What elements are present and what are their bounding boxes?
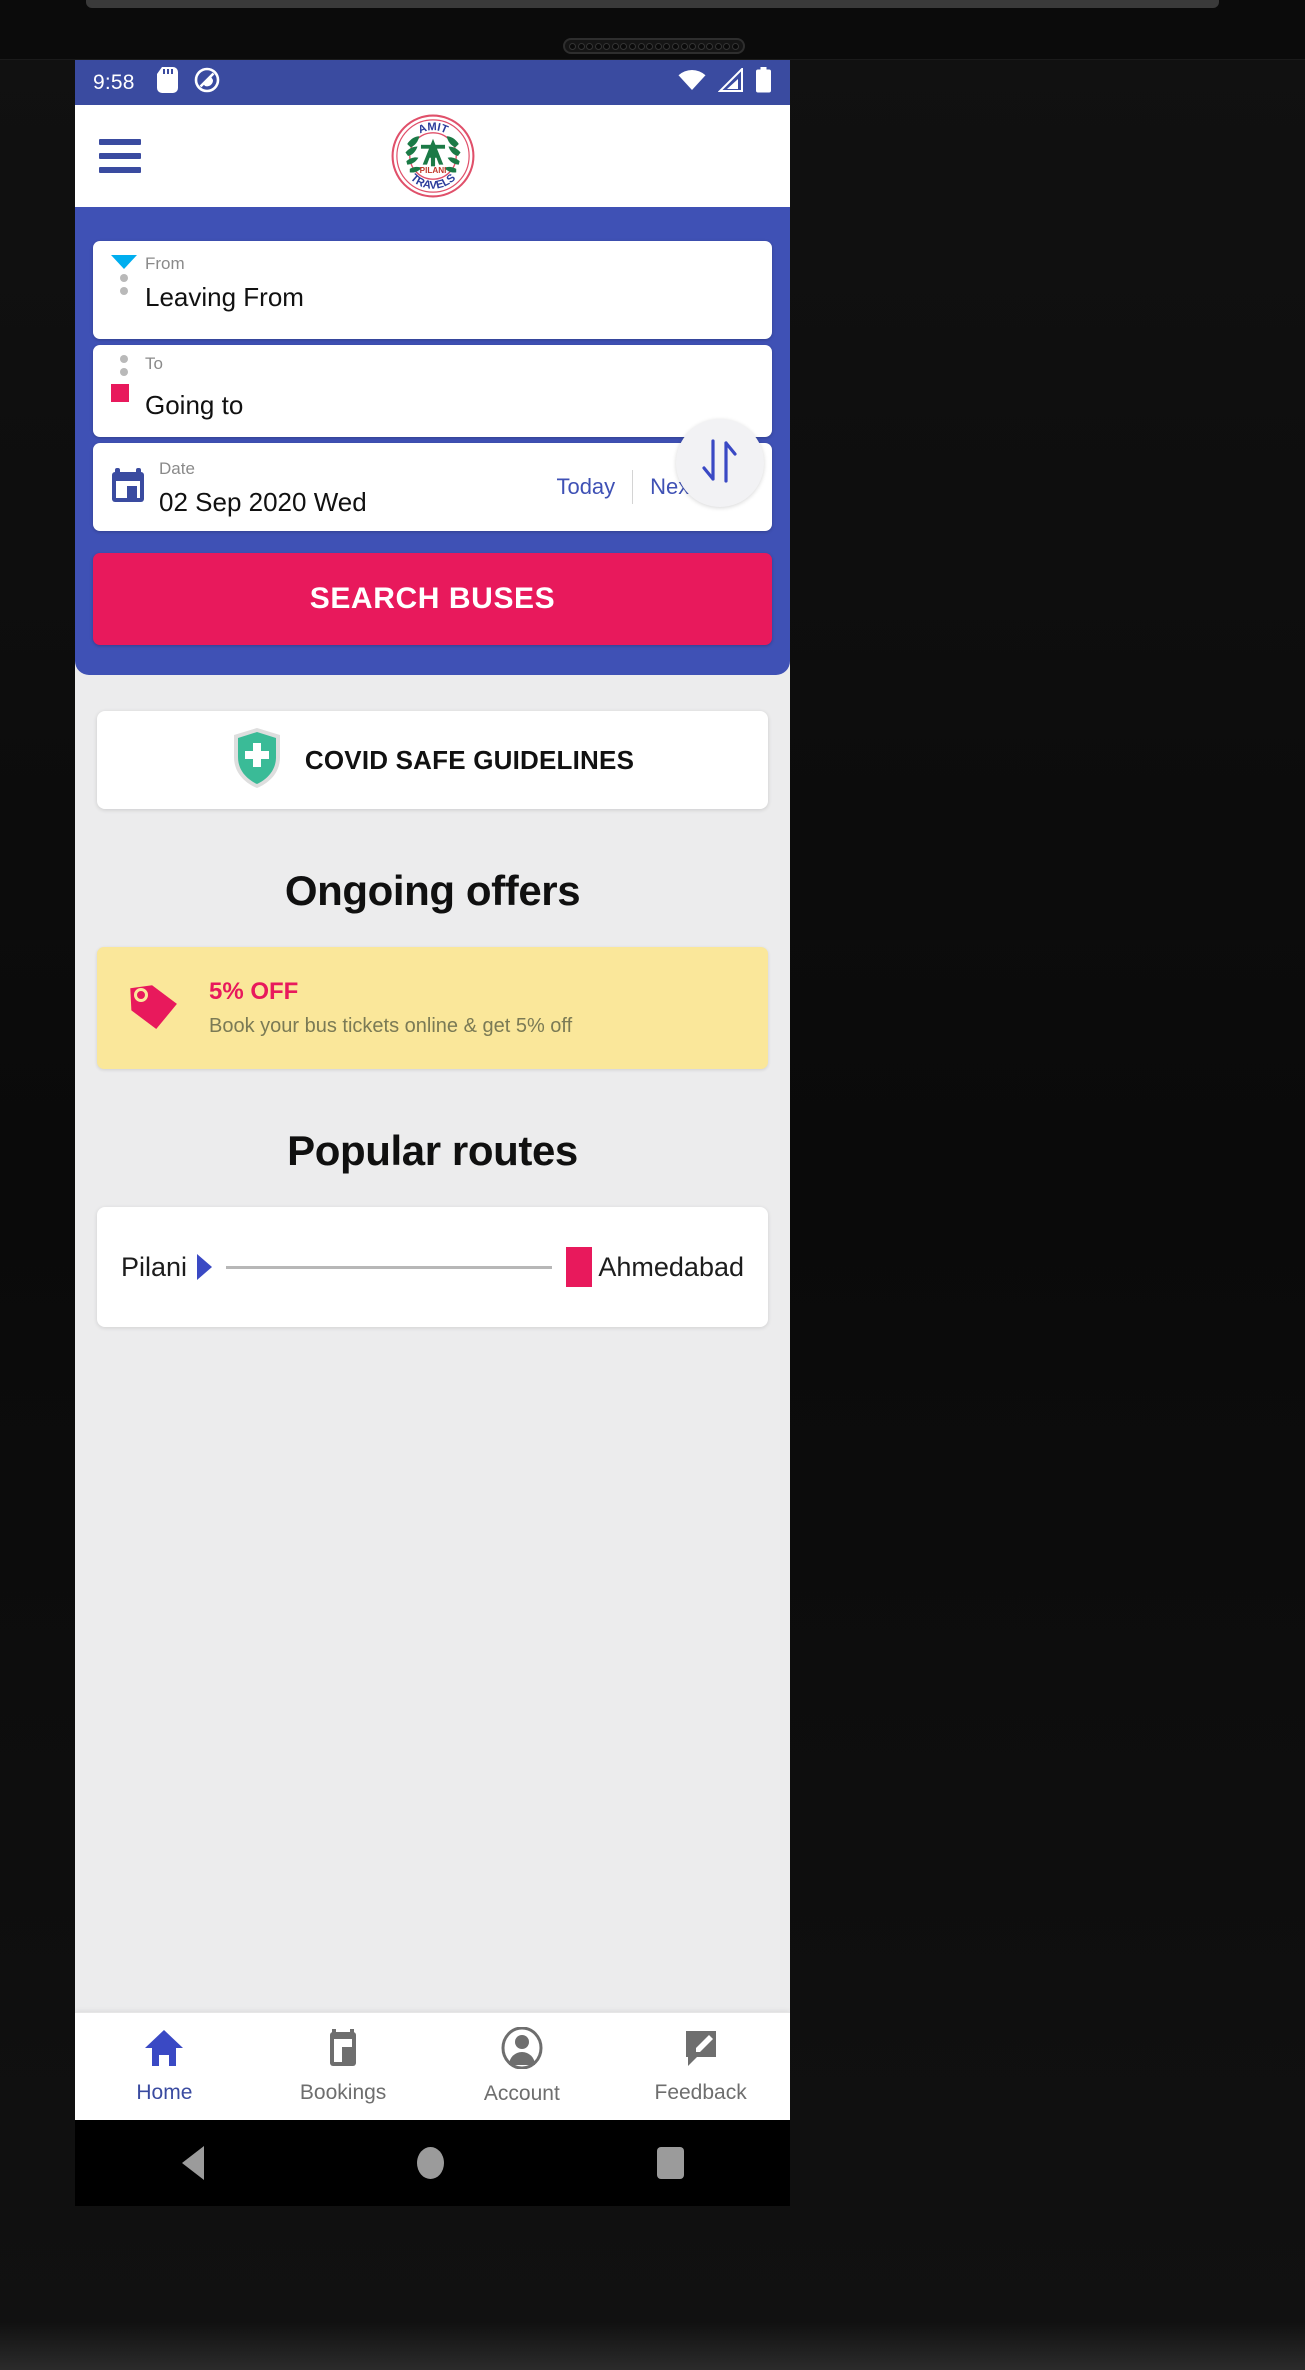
- from-field[interactable]: From Leaving From: [93, 241, 772, 339]
- date-value: 02 Sep 2020 Wed: [159, 486, 367, 517]
- connector-dot: [120, 287, 128, 295]
- android-navigation-bar: [75, 2120, 790, 2206]
- route-row[interactable]: Pilani Ahmedabad: [97, 1207, 768, 1327]
- back-icon[interactable]: [181, 2146, 204, 2180]
- nav-item-home[interactable]: Home: [75, 2013, 254, 2120]
- svg-text:PILANI: PILANI: [419, 166, 446, 175]
- battery-icon: [755, 67, 772, 98]
- status-bar: 9:58: [75, 60, 790, 105]
- sd-card-icon: [156, 67, 178, 98]
- nav-item-bookings[interactable]: Bookings: [254, 2013, 433, 2120]
- covid-guidelines-card[interactable]: COVID SAFE GUIDELINES: [97, 711, 768, 809]
- triangle-right-icon: [197, 1254, 213, 1280]
- search-buses-button[interactable]: SEARCH BUSES: [93, 553, 772, 645]
- status-time: 9:58: [93, 70, 135, 94]
- route-from: Pilani: [121, 1251, 188, 1282]
- bottom-navigation: Home Bookings Account Feedback: [75, 2012, 790, 2120]
- route-connector: [226, 1265, 553, 1269]
- offer-card[interactable]: 5% OFF Book your bus tickets online & ge…: [97, 947, 768, 1069]
- from-value: Leaving From: [145, 282, 304, 312]
- cell-signal-icon: [717, 66, 744, 97]
- to-label: To: [145, 354, 163, 373]
- from-label: From: [145, 254, 185, 273]
- nav-label-bookings: Bookings: [299, 2081, 387, 2104]
- nav-item-account[interactable]: Account: [433, 2013, 612, 2120]
- person-circle-icon: [501, 2026, 543, 2074]
- offer-subtitle: Book your bus tickets online & get 5% of…: [209, 1015, 573, 1037]
- offer-title: 5% OFF: [209, 978, 299, 1005]
- square-icon: [111, 384, 129, 402]
- to-field[interactable]: To Going to: [93, 345, 772, 437]
- route-to: Ahmedabad: [598, 1251, 744, 1282]
- connector-dot: [120, 368, 128, 376]
- today-button[interactable]: Today: [539, 474, 632, 500]
- swap-locations-button[interactable]: [676, 419, 764, 507]
- connector-dot: [120, 274, 128, 282]
- search-panel: From Leaving From To Going to Date 02 Se…: [75, 207, 790, 675]
- ticket-icon: [323, 2028, 363, 2073]
- triangle-down-icon: [111, 255, 137, 269]
- swap-arrows-icon: [697, 435, 743, 492]
- phone-screen: 9:58 AMIT TRAVELS PILANI From Leaving Fr…: [75, 60, 790, 2120]
- popular-routes-title: Popular routes: [287, 1127, 578, 1174]
- date-label: Date: [159, 458, 195, 478]
- price-tag-icon: [127, 981, 183, 1036]
- square-icon: [566, 1247, 593, 1287]
- nav-label-feedback: Feedback: [654, 2081, 747, 2104]
- ongoing-offers-title: Ongoing offers: [284, 867, 581, 914]
- home-icon: [143, 2028, 185, 2073]
- earpiece-speaker: [563, 38, 745, 54]
- feedback-icon: [681, 2028, 721, 2073]
- home-circle-icon[interactable]: [416, 2147, 444, 2179]
- nav-item-feedback[interactable]: Feedback: [611, 2013, 790, 2120]
- device-frame: 9:58 AMIT TRAVELS PILANI From Leaving Fr…: [0, 0, 1305, 2370]
- from-marker: [111, 255, 137, 295]
- nav-label-home: Home: [136, 2081, 193, 2104]
- device-frame-edge: [86, 0, 1219, 8]
- date-field[interactable]: Date 02 Sep 2020 Wed Today Next day: [93, 443, 772, 531]
- brand-logo: AMIT TRAVELS PILANI: [390, 113, 476, 199]
- covid-guidelines-label: COVID SAFE GUIDELINES: [304, 744, 635, 775]
- recents-icon[interactable]: [656, 2147, 684, 2179]
- to-marker: [111, 355, 137, 402]
- nav-label-account: Account: [483, 2082, 560, 2105]
- connector-dot: [120, 355, 128, 363]
- app-bar: AMIT TRAVELS PILANI: [75, 105, 790, 207]
- to-value: Going to: [145, 390, 244, 420]
- wifi-icon: [677, 68, 707, 97]
- shield-plus-icon: [231, 727, 283, 794]
- do-not-disturb-icon: [194, 67, 220, 98]
- hamburger-menu-icon[interactable]: [99, 139, 141, 173]
- calendar-icon: [111, 467, 145, 508]
